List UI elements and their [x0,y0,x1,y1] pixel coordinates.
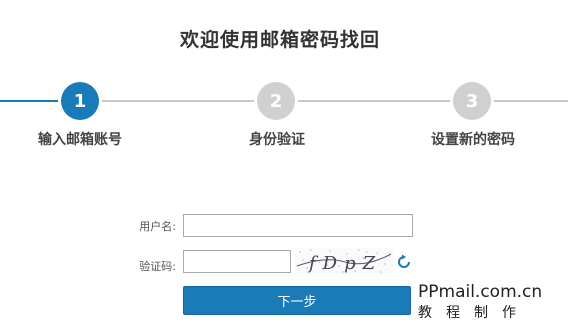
watermark-caption: 教程制作 [418,305,530,321]
refresh-captcha-icon[interactable] [396,254,412,270]
page-title: 欢迎使用邮箱密码找回 [179,29,380,51]
captcha-text: fDpZ [307,253,382,274]
captcha-label: 验证码: [139,260,176,273]
step-2-circle: 2 [257,82,295,120]
next-button[interactable]: 下一步 [183,286,411,315]
watermark-domain: PPmail.com.cn [418,282,543,302]
username-input[interactable] [183,214,413,237]
step-1-circle: 1 [61,82,99,120]
step-3-circle: 3 [453,82,491,120]
step-3-label: 设置新的密码 [431,132,515,148]
step-1-label: 输入邮箱账号 [38,132,122,148]
step-2-label: 身份验证 [249,132,305,148]
captcha-image[interactable]: fDpZ [295,248,393,274]
captcha-graphic: fDpZ [296,249,392,274]
step-line-inactive [80,100,568,102]
captcha-input[interactable] [183,250,291,273]
username-label: 用户名: [139,220,176,233]
